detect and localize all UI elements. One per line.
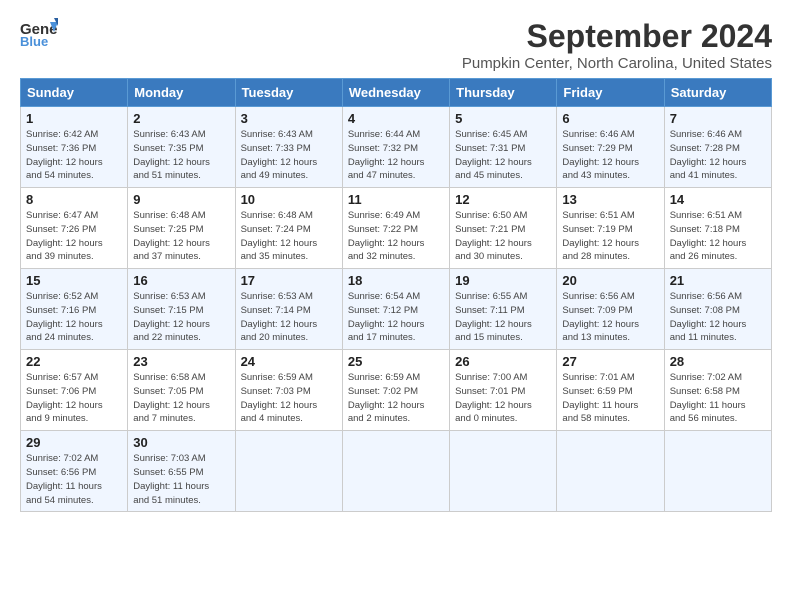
calendar-week-3: 15Sunrise: 6:52 AMSunset: 7:16 PMDayligh… xyxy=(21,269,772,350)
calendar-day-19: 19Sunrise: 6:55 AMSunset: 7:11 PMDayligh… xyxy=(450,269,557,350)
calendar-day-6: 6Sunrise: 6:46 AMSunset: 7:29 PMDaylight… xyxy=(557,107,664,188)
calendar-empty-cell xyxy=(342,431,449,512)
col-wednesday: Wednesday xyxy=(342,79,449,107)
calendar-day-30: 30Sunrise: 7:03 AMSunset: 6:55 PMDayligh… xyxy=(128,431,235,512)
calendar-day-14: 14Sunrise: 6:51 AMSunset: 7:18 PMDayligh… xyxy=(664,188,771,269)
main-title: September 2024 xyxy=(462,18,772,55)
calendar-empty-cell xyxy=(557,431,664,512)
calendar-day-2: 2Sunrise: 6:43 AMSunset: 7:35 PMDaylight… xyxy=(128,107,235,188)
calendar-day-15: 15Sunrise: 6:52 AMSunset: 7:16 PMDayligh… xyxy=(21,269,128,350)
calendar-day-18: 18Sunrise: 6:54 AMSunset: 7:12 PMDayligh… xyxy=(342,269,449,350)
calendar-container: General Blue September 2024 Pumpkin Cent… xyxy=(0,0,792,522)
logo: General Blue xyxy=(20,18,58,48)
calendar-day-28: 28Sunrise: 7:02 AMSunset: 6:58 PMDayligh… xyxy=(664,350,771,431)
calendar-day-25: 25Sunrise: 6:59 AMSunset: 7:02 PMDayligh… xyxy=(342,350,449,431)
calendar-day-9: 9Sunrise: 6:48 AMSunset: 7:25 PMDaylight… xyxy=(128,188,235,269)
calendar-week-1: 1Sunrise: 6:42 AMSunset: 7:36 PMDaylight… xyxy=(21,107,772,188)
calendar-table: Sunday Monday Tuesday Wednesday Thursday… xyxy=(20,78,772,512)
col-thursday: Thursday xyxy=(450,79,557,107)
calendar-day-22: 22Sunrise: 6:57 AMSunset: 7:06 PMDayligh… xyxy=(21,350,128,431)
calendar-week-4: 22Sunrise: 6:57 AMSunset: 7:06 PMDayligh… xyxy=(21,350,772,431)
calendar-empty-cell xyxy=(664,431,771,512)
calendar-day-8: 8Sunrise: 6:47 AMSunset: 7:26 PMDaylight… xyxy=(21,188,128,269)
col-monday: Monday xyxy=(128,79,235,107)
calendar-day-17: 17Sunrise: 6:53 AMSunset: 7:14 PMDayligh… xyxy=(235,269,342,350)
calendar-header-row: Sunday Monday Tuesday Wednesday Thursday… xyxy=(21,79,772,107)
calendar-day-5: 5Sunrise: 6:45 AMSunset: 7:31 PMDaylight… xyxy=(450,107,557,188)
col-friday: Friday xyxy=(557,79,664,107)
col-sunday: Sunday xyxy=(21,79,128,107)
calendar-day-1: 1Sunrise: 6:42 AMSunset: 7:36 PMDaylight… xyxy=(21,107,128,188)
header: General Blue September 2024 Pumpkin Cent… xyxy=(20,18,772,72)
calendar-day-7: 7Sunrise: 6:46 AMSunset: 7:28 PMDaylight… xyxy=(664,107,771,188)
calendar-day-24: 24Sunrise: 6:59 AMSunset: 7:03 PMDayligh… xyxy=(235,350,342,431)
calendar-empty-cell xyxy=(450,431,557,512)
calendar-day-23: 23Sunrise: 6:58 AMSunset: 7:05 PMDayligh… xyxy=(128,350,235,431)
calendar-day-12: 12Sunrise: 6:50 AMSunset: 7:21 PMDayligh… xyxy=(450,188,557,269)
col-saturday: Saturday xyxy=(664,79,771,107)
calendar-day-11: 11Sunrise: 6:49 AMSunset: 7:22 PMDayligh… xyxy=(342,188,449,269)
logo-icon: General Blue xyxy=(20,18,58,48)
calendar-day-4: 4Sunrise: 6:44 AMSunset: 7:32 PMDaylight… xyxy=(342,107,449,188)
calendar-day-10: 10Sunrise: 6:48 AMSunset: 7:24 PMDayligh… xyxy=(235,188,342,269)
calendar-day-26: 26Sunrise: 7:00 AMSunset: 7:01 PMDayligh… xyxy=(450,350,557,431)
calendar-week-5: 29Sunrise: 7:02 AMSunset: 6:56 PMDayligh… xyxy=(21,431,772,512)
calendar-day-21: 21Sunrise: 6:56 AMSunset: 7:08 PMDayligh… xyxy=(664,269,771,350)
title-block: September 2024 Pumpkin Center, North Car… xyxy=(462,18,772,72)
svg-text:Blue: Blue xyxy=(20,34,48,48)
subtitle: Pumpkin Center, North Carolina, United S… xyxy=(462,55,772,72)
calendar-day-20: 20Sunrise: 6:56 AMSunset: 7:09 PMDayligh… xyxy=(557,269,664,350)
calendar-day-16: 16Sunrise: 6:53 AMSunset: 7:15 PMDayligh… xyxy=(128,269,235,350)
calendar-day-13: 13Sunrise: 6:51 AMSunset: 7:19 PMDayligh… xyxy=(557,188,664,269)
calendar-day-3: 3Sunrise: 6:43 AMSunset: 7:33 PMDaylight… xyxy=(235,107,342,188)
calendar-week-2: 8Sunrise: 6:47 AMSunset: 7:26 PMDaylight… xyxy=(21,188,772,269)
calendar-day-27: 27Sunrise: 7:01 AMSunset: 6:59 PMDayligh… xyxy=(557,350,664,431)
calendar-empty-cell xyxy=(235,431,342,512)
col-tuesday: Tuesday xyxy=(235,79,342,107)
calendar-day-29: 29Sunrise: 7:02 AMSunset: 6:56 PMDayligh… xyxy=(21,431,128,512)
